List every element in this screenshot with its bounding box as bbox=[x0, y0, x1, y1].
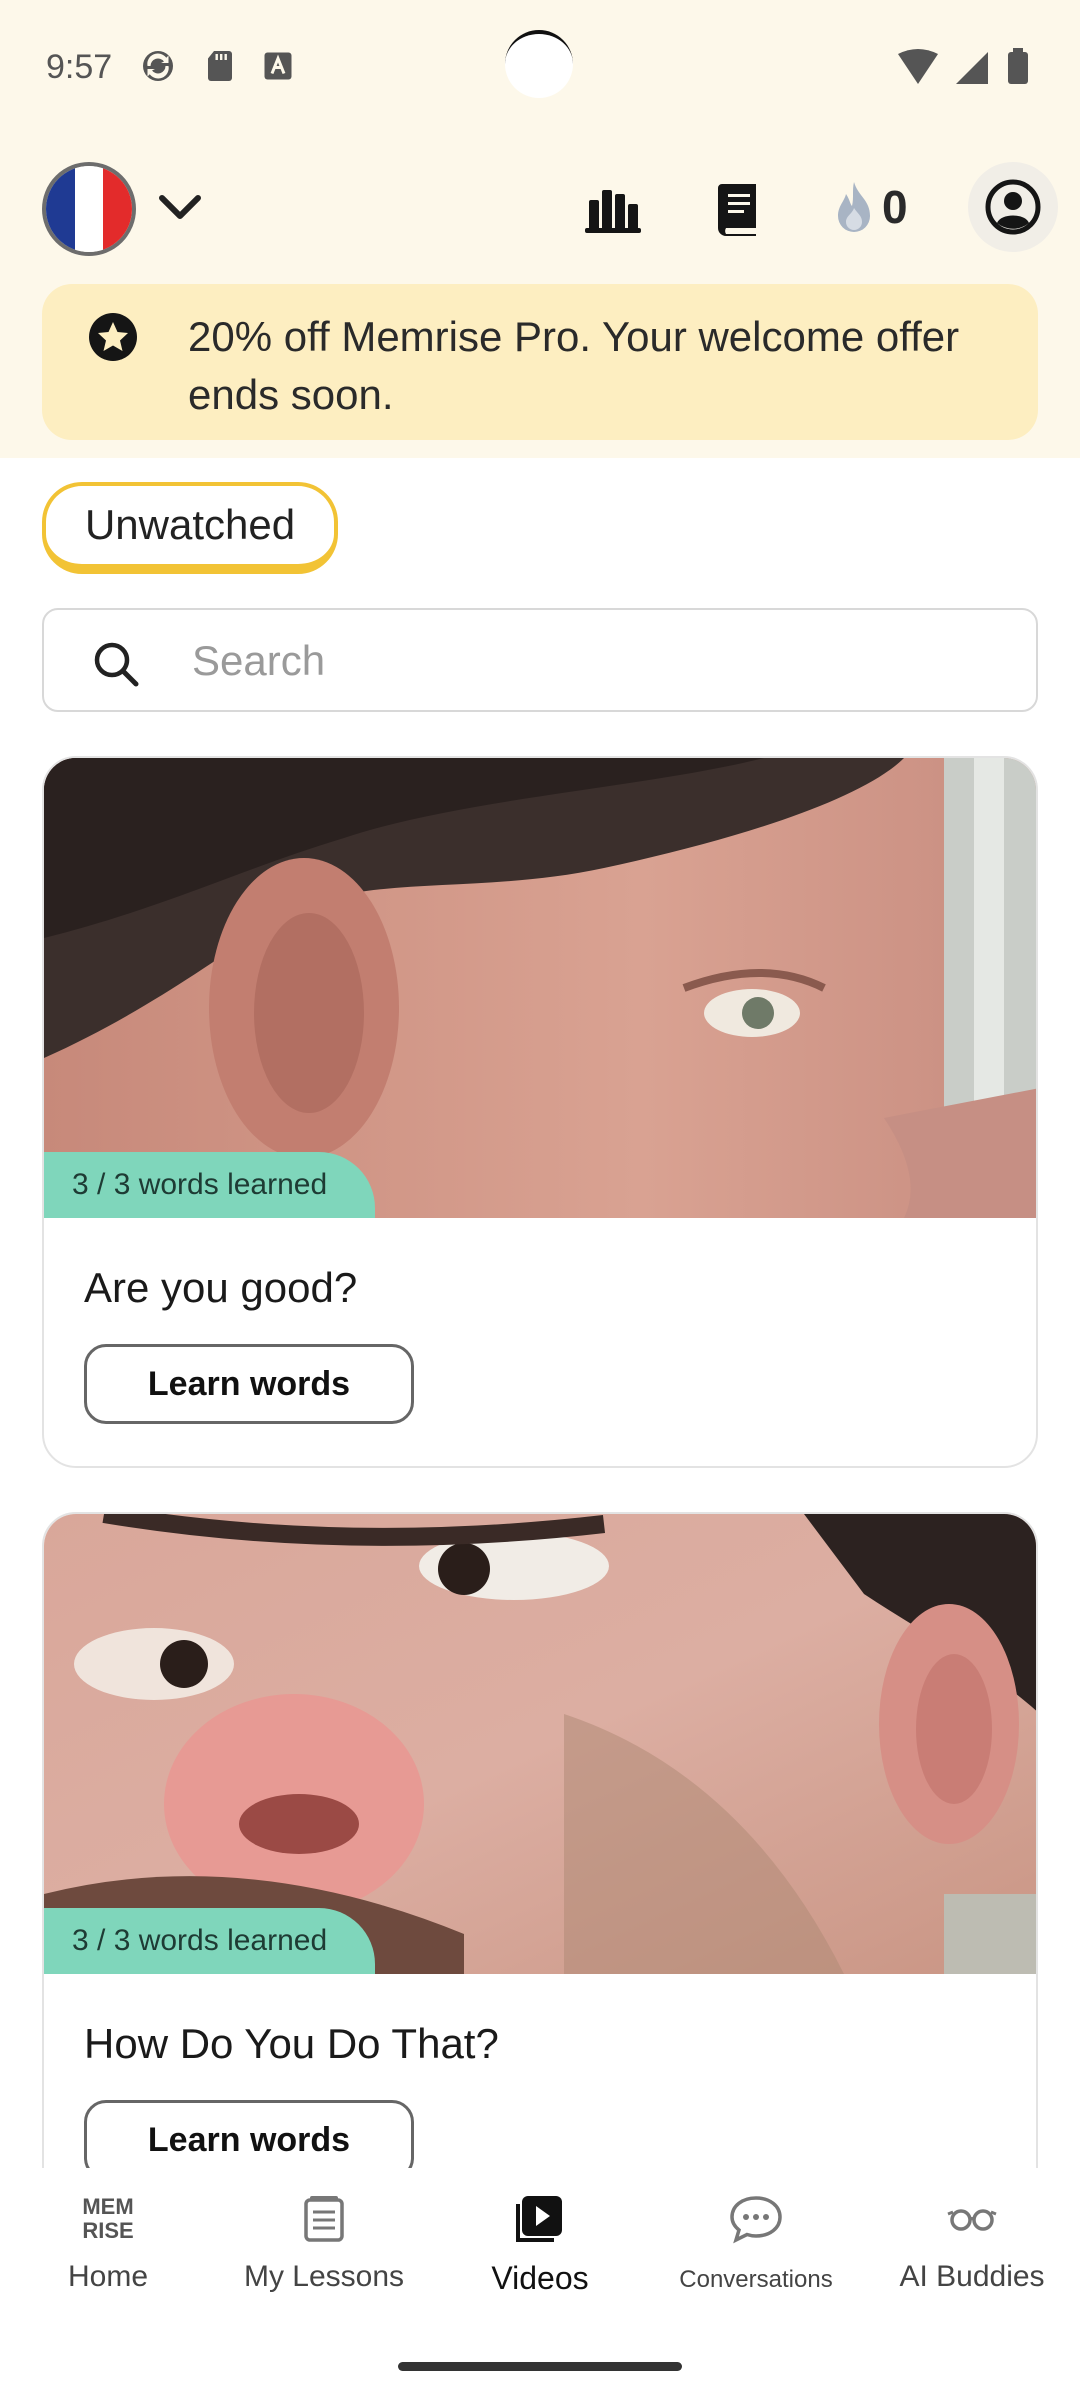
system-status-icons bbox=[898, 48, 1028, 84]
nav-label: AI Buddies bbox=[899, 2260, 1045, 2293]
video-title: Are you good? bbox=[84, 1264, 358, 1311]
thumbnail-woman-profile bbox=[44, 758, 1036, 1218]
nav-my-lessons[interactable]: My Lessons bbox=[216, 2186, 432, 2306]
glasses-icon bbox=[947, 2209, 997, 2231]
sd-card-icon bbox=[208, 51, 232, 81]
video-card[interactable]: 3 / 3 words learned Are you good? Learn … bbox=[42, 756, 1038, 1468]
text-a-icon bbox=[264, 52, 292, 80]
memrise-logo-icon: MEM RISE bbox=[82, 2194, 133, 2243]
nav-videos[interactable]: Videos bbox=[432, 2186, 648, 2306]
thumbnail-man-closeup bbox=[44, 1514, 1036, 1974]
unwatched-filter-chip[interactable]: Unwatched bbox=[42, 482, 338, 574]
video-thumbnail[interactable] bbox=[44, 1514, 1036, 1974]
dictionary-book-icon[interactable] bbox=[708, 178, 768, 238]
battery-icon bbox=[1008, 52, 1028, 84]
language-flag-button[interactable] bbox=[42, 162, 136, 256]
profile-button[interactable] bbox=[968, 162, 1058, 252]
star-badge-icon bbox=[89, 313, 137, 361]
words-learned-badge: 3 / 3 words learned bbox=[44, 1152, 376, 1218]
svg-text:RISE: RISE bbox=[82, 2218, 133, 2243]
streak-count: 0 bbox=[882, 181, 908, 233]
chevron-down-icon[interactable] bbox=[156, 188, 204, 228]
promo-text: 20% off Memrise Pro. Your welcome offer … bbox=[188, 313, 960, 418]
chat-bubble-icon bbox=[730, 2196, 782, 2244]
home-gesture-bar[interactable] bbox=[398, 2362, 682, 2371]
wifi-icon bbox=[898, 49, 938, 84]
video-play-icon bbox=[516, 2196, 562, 2242]
nav-conversations[interactable]: Conversations bbox=[648, 2186, 864, 2306]
search-bar[interactable] bbox=[42, 608, 1038, 712]
nav-label: Conversations bbox=[679, 2266, 833, 2293]
leaderboard-icon[interactable] bbox=[583, 178, 643, 238]
pro-offer-banner[interactable]: 20% off Memrise Pro. Your welcome offer … bbox=[42, 284, 1038, 440]
streak-flame-icon[interactable] bbox=[824, 178, 884, 238]
nav-label: Home bbox=[67, 2260, 149, 2293]
video-card[interactable]: 3 / 3 words learned How Do You Do That? … bbox=[42, 1512, 1038, 2224]
nav-ai-buddies[interactable]: AI Buddies bbox=[864, 2186, 1080, 2306]
status-time: 9:57 bbox=[46, 48, 113, 86]
user-profile-icon bbox=[985, 179, 1041, 235]
search-input[interactable] bbox=[190, 628, 994, 694]
learn-words-button[interactable]: Learn words bbox=[84, 1344, 414, 1424]
svg-text:MEM: MEM bbox=[82, 2194, 133, 2219]
nav-label: Videos bbox=[491, 2260, 589, 2296]
nav-home[interactable]: MEM RISE Home bbox=[0, 2186, 216, 2306]
camera-notch bbox=[505, 30, 573, 98]
signal-icon bbox=[956, 52, 988, 84]
search-icon bbox=[94, 642, 139, 687]
sync-icon bbox=[143, 51, 173, 81]
nav-label: My Lessons bbox=[243, 2260, 405, 2293]
video-thumbnail[interactable] bbox=[44, 758, 1036, 1218]
lessons-icon bbox=[304, 2196, 344, 2242]
flag-white-stripe bbox=[74, 166, 104, 252]
words-learned-badge: 3 / 3 words learned bbox=[44, 1908, 376, 1974]
video-title: How Do You Do That? bbox=[84, 2020, 499, 2067]
